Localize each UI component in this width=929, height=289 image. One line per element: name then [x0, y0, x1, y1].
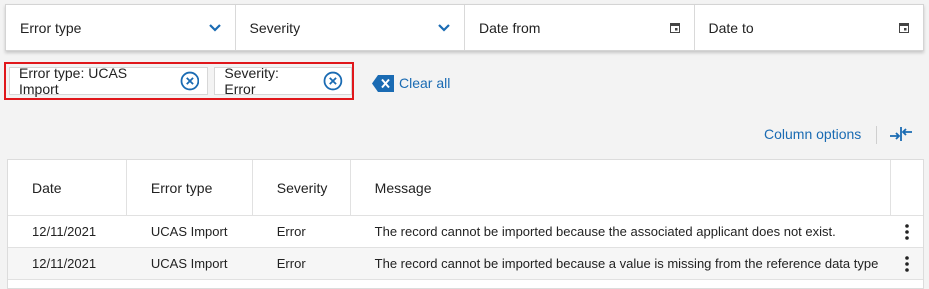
filter-bar: Error type Severity Date from Date to: [5, 4, 924, 51]
column-header-message[interactable]: Message: [351, 160, 892, 215]
severity-filter-label: Severity: [249, 19, 301, 36]
chip-label: Severity: Error: [224, 65, 279, 97]
row-actions[interactable]: [891, 248, 923, 279]
date-from-filter[interactable]: Date from: [465, 5, 695, 50]
column-header-date[interactable]: Date: [8, 160, 127, 215]
cell-message: The record cannot be imported because a …: [374, 256, 879, 271]
clear-all-label: Clear all: [399, 75, 451, 91]
clear-all-button[interactable]: Clear all: [372, 72, 450, 94]
active-filters-highlight: Error type: UCAS Import Severity: Error: [4, 62, 354, 100]
calendar-icon: [669, 23, 680, 33]
date-to-filter[interactable]: Date to: [695, 5, 924, 50]
cell-date: 12/11/2021: [32, 256, 97, 271]
table-row[interactable]: 12/11/2021 UCAS Import Error The record …: [8, 248, 923, 280]
severity-filter[interactable]: Severity: [236, 5, 465, 50]
error-type-filter-label: Error type: [20, 19, 82, 36]
cell-date: 12/11/2021: [32, 224, 97, 239]
error-type-filter[interactable]: Error type: [6, 5, 236, 50]
cell-message: The record cannot be imported because th…: [374, 224, 836, 239]
chevron-down-icon: [438, 23, 450, 32]
collapse-arrows-icon[interactable]: [890, 127, 912, 141]
table-row[interactable]: 12/11/2021 UCAS Import Error The record …: [8, 216, 923, 248]
error-log-table: Date Error type Severity Message 12/11/2…: [7, 159, 924, 289]
cell-error-type: UCAS Import: [150, 224, 228, 239]
chevron-down-icon: [208, 23, 221, 32]
column-header-error-type[interactable]: Error type: [127, 160, 253, 215]
cell-severity: Error: [276, 256, 306, 271]
clear-tag-icon: [372, 74, 394, 92]
column-options-link[interactable]: Column options: [764, 126, 861, 142]
active-filter-chip-severity: Severity: Error: [214, 65, 352, 97]
remove-circle-icon[interactable]: [180, 71, 200, 91]
kebab-menu-icon[interactable]: [905, 223, 909, 240]
kebab-menu-icon[interactable]: [905, 255, 909, 272]
active-filter-chip-error-type: Error type: UCAS Import: [9, 65, 209, 97]
cell-error-type: UCAS Import: [150, 256, 228, 271]
date-to-filter-label: Date to: [708, 19, 754, 36]
cell-severity: Error: [276, 224, 306, 239]
calendar-icon: [899, 23, 909, 33]
row-actions[interactable]: [891, 216, 923, 247]
column-header-actions: [891, 160, 923, 215]
remove-circle-icon[interactable]: [323, 71, 343, 91]
column-header-severity[interactable]: Severity: [253, 160, 351, 215]
toolbar-divider: [876, 126, 877, 144]
date-from-filter-label: Date from: [479, 19, 541, 36]
table-header-row: Date Error type Severity Message: [8, 160, 923, 216]
chip-label: Error type: UCAS Import: [19, 65, 128, 97]
